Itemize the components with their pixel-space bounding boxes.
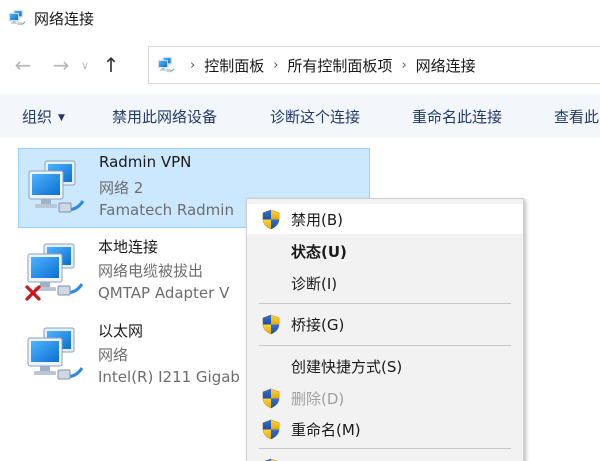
menu-item-diagnose[interactable]: 诊断(I) xyxy=(247,268,523,298)
menu-item-properties-partial[interactable] xyxy=(247,453,523,461)
uac-shield-icon xyxy=(261,314,281,335)
menu-item-create-shortcut[interactable]: 创建快捷方式(S) xyxy=(247,351,523,381)
network-connections-icon xyxy=(155,56,177,74)
disconnected-x-icon xyxy=(25,285,41,301)
diagnose-button[interactable]: 诊断这个连接 xyxy=(270,106,360,127)
breadcrumb-network-connections[interactable]: 网络连接 xyxy=(416,55,476,76)
window-title: 网络连接 xyxy=(34,9,95,28)
menu-item-label: 状态(U) xyxy=(291,242,347,261)
breadcrumb-control-panel[interactable]: 控制面板 xyxy=(204,55,264,76)
connection-name: 以太网 xyxy=(98,322,144,340)
connection-status: 网络 2 xyxy=(99,179,144,197)
dropdown-caret-icon: ▼ xyxy=(58,113,65,123)
breadcrumb-separator[interactable]: › xyxy=(401,58,406,73)
recent-locations-chevron-icon[interactable]: ∨ xyxy=(76,59,94,72)
connection-device: Famatech Radmin xyxy=(99,201,234,219)
connection-status: 网络电缆被拔出 xyxy=(98,262,204,280)
forward-arrow-icon[interactable]: → xyxy=(46,53,76,77)
command-bar: 组织 ▼ 禁用此网络设备 诊断这个连接 重命名此连接 查看此 xyxy=(0,94,600,138)
organize-label: 组织 xyxy=(22,108,53,126)
menu-item-delete: 删除(D) xyxy=(247,383,523,413)
uac-shield-icon xyxy=(261,419,281,440)
menu-separator xyxy=(259,448,511,449)
menu-item-bridge[interactable]: 桥接(G) xyxy=(247,309,523,339)
network-adapter-icon xyxy=(25,157,87,219)
connection-device: QMTAP Adapter V xyxy=(98,284,230,302)
title-bar: 网络连接 xyxy=(0,0,600,36)
connection-device: Intel(R) I211 Gigab xyxy=(98,368,240,386)
network-connections-icon xyxy=(6,9,28,27)
connection-name: Radmin VPN xyxy=(99,153,192,171)
menu-item-label: 重命名(M) xyxy=(291,420,361,439)
breadcrumb-separator[interactable]: › xyxy=(273,58,278,73)
menu-item-label: 创建快捷方式(S) xyxy=(291,357,403,376)
disable-device-button[interactable]: 禁用此网络设备 xyxy=(112,106,217,127)
connection-status: 网络 xyxy=(98,346,129,364)
menu-item-rename[interactable]: 重命名(M) xyxy=(247,414,523,444)
breadcrumb-separator[interactable]: › xyxy=(190,58,195,73)
back-arrow-icon[interactable]: ← xyxy=(8,53,38,77)
menu-item-disable[interactable]: 禁用(B) xyxy=(247,204,523,234)
uac-shield-icon xyxy=(261,388,281,409)
menu-item-status[interactable]: 状态(U) xyxy=(247,236,523,266)
organize-button[interactable]: 组织 ▼ xyxy=(22,106,65,127)
navigation-bar: ← → ∨ ↑ › 控制面板 › 所有控制面板项 › 网络连接 xyxy=(0,38,600,92)
menu-separator xyxy=(259,303,511,304)
menu-item-label: 删除(D) xyxy=(291,389,345,408)
view-status-button[interactable]: 查看此 xyxy=(554,106,599,127)
uac-shield-icon xyxy=(261,209,281,230)
rename-connection-button[interactable]: 重命名此连接 xyxy=(412,106,502,127)
menu-item-label: 诊断(I) xyxy=(291,274,338,293)
context-menu: 禁用(B) 状态(U) 诊断(I) 桥接(G) 创建快捷方式(S) 删除(D) … xyxy=(246,198,524,461)
breadcrumb-all-control-panel-items[interactable]: 所有控制面板项 xyxy=(287,55,392,76)
up-arrow-icon[interactable]: ↑ xyxy=(96,53,126,77)
connection-name: 本地连接 xyxy=(98,238,159,256)
menu-item-label: 桥接(G) xyxy=(291,315,345,334)
menu-item-label: 禁用(B) xyxy=(291,210,343,229)
address-bar[interactable]: › 控制面板 › 所有控制面板项 › 网络连接 xyxy=(148,46,600,84)
menu-separator xyxy=(259,345,511,346)
network-adapter-icon xyxy=(24,324,86,386)
